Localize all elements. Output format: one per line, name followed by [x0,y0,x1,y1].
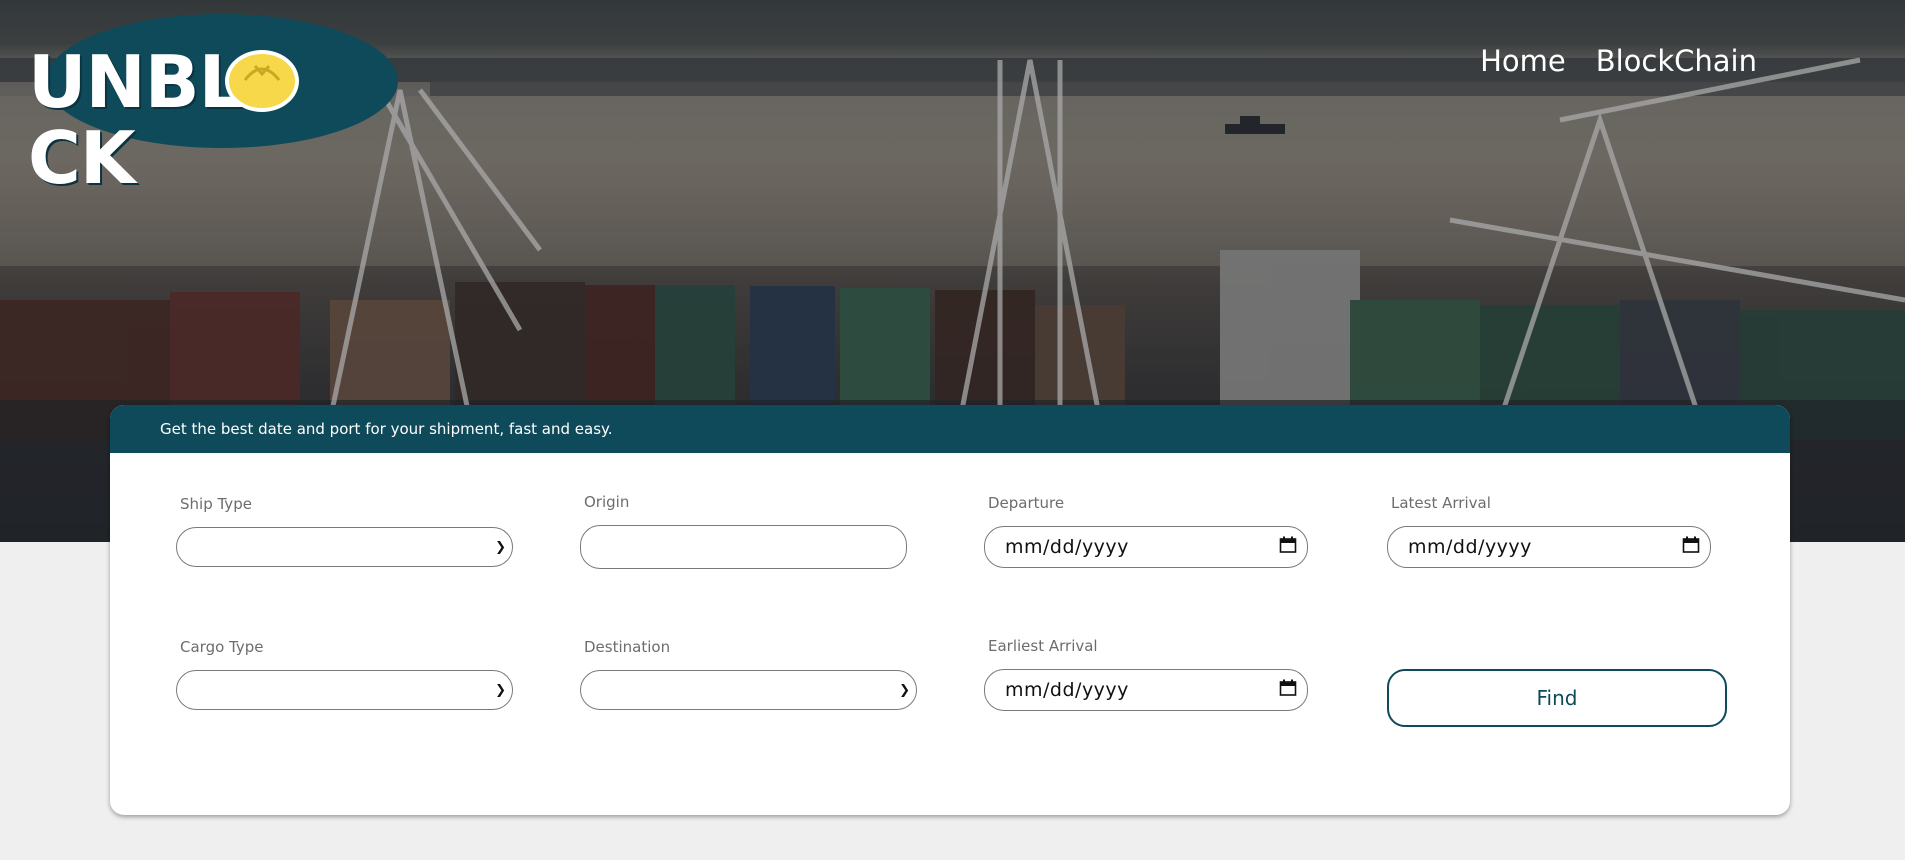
latest-arrival-field: Latest Arrival mm/dd/yyyy [1387,494,1711,568]
earliest-arrival-date-value: mm/dd/yyyy [1005,679,1129,701]
latest-arrival-date-input[interactable]: mm/dd/yyyy [1387,526,1711,568]
ship-type-label: Ship Type [180,495,252,513]
destination-label: Destination [584,638,671,656]
find-button[interactable]: Find [1387,669,1727,727]
brand-logo[interactable]: UNBLCK [28,14,418,196]
chevron-down-icon: ❯ [495,540,506,555]
shipment-search-card: Get the best date and port for your ship… [110,405,1790,815]
nav-home-link[interactable]: Home [1480,44,1566,78]
ship-type-field: Ship Type ❯ [176,495,513,567]
chevron-down-icon: ❯ [899,683,910,698]
calendar-icon[interactable] [1279,679,1297,697]
search-tagline: Get the best date and port for your ship… [110,405,1790,453]
logo-text-right: CK [28,116,136,200]
nav-blockchain-link[interactable]: BlockChain [1596,44,1757,78]
search-form: Ship Type ❯ Origin Departure mm/dd/yyyy [110,453,1790,815]
calendar-icon[interactable] [1682,536,1700,554]
departure-date-value: mm/dd/yyyy [1005,536,1129,558]
origin-field: Origin [580,493,907,569]
earliest-arrival-date-input[interactable]: mm/dd/yyyy [984,669,1308,711]
logo-text-left: UNBL [28,40,244,124]
earliest-arrival-label: Earliest Arrival [988,637,1098,655]
origin-input[interactable] [580,525,907,569]
destination-select[interactable]: ❯ [580,670,917,710]
origin-label: Origin [584,493,630,511]
cargo-type-field: Cargo Type ❯ [176,638,513,710]
departure-label: Departure [988,494,1065,512]
chevron-down-icon: ❯ [495,683,506,698]
departure-field: Departure mm/dd/yyyy [984,494,1308,568]
latest-arrival-label: Latest Arrival [1391,494,1491,512]
cargo-type-label: Cargo Type [180,638,264,656]
cargo-type-select[interactable]: ❯ [176,670,513,710]
departure-date-input[interactable]: mm/dd/yyyy [984,526,1308,568]
latest-arrival-date-value: mm/dd/yyyy [1408,536,1532,558]
ship-type-select[interactable]: ❯ [176,527,513,567]
lock-icon [225,50,299,112]
top-nav: Home BlockChain [1480,44,1757,78]
earliest-arrival-field: Earliest Arrival mm/dd/yyyy [984,637,1308,711]
calendar-icon[interactable] [1279,536,1297,554]
destination-field: Destination ❯ [580,638,917,710]
